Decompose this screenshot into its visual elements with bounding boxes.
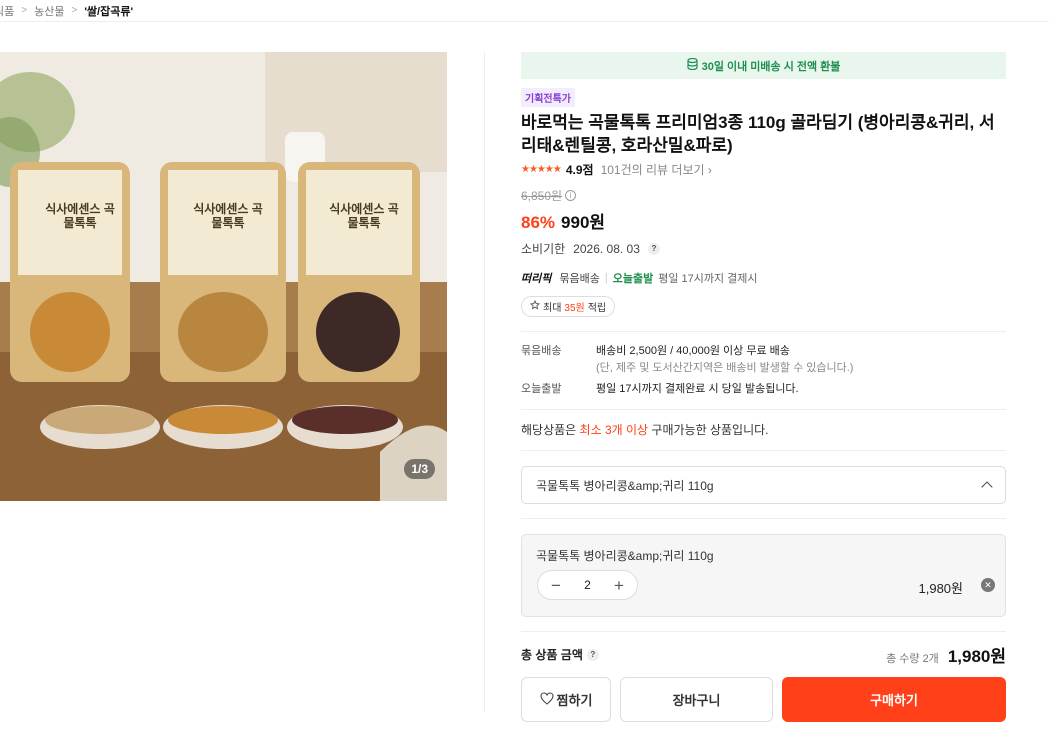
breadcrumb-current: '쌀/잡곡류' bbox=[84, 5, 134, 18]
today-dispatch-desc: 평일 17시까지 결제시 bbox=[658, 273, 758, 285]
heart-icon bbox=[539, 691, 554, 708]
shipping-bundle-label: 묶음배송 bbox=[521, 345, 562, 357]
quantity-stepper: − 2 + bbox=[537, 570, 638, 600]
product-title: 바로먹는 곡물톡톡 프리미엄3종 110g 골라딤기 (병아리콩&귀리, 서리태… bbox=[521, 113, 995, 155]
breadcrumb: 식품 > 농산물 > '쌀/잡곡류' bbox=[0, 0, 1049, 22]
wishlist-label: 찜하기 bbox=[556, 693, 593, 708]
breadcrumb-item-agri[interactable]: 농산물 bbox=[34, 3, 64, 19]
info-icon[interactable]: i bbox=[565, 190, 577, 201]
discount-rate: 86% bbox=[521, 213, 556, 232]
coin-stack-icon bbox=[686, 57, 698, 73]
shipping-row-bundle: 묶음배송 배송비 2,500원 / 40,000원 이상 무료 배송 (단, 제… bbox=[521, 343, 1006, 377]
min-purchase-notice: 해당상품은 최소 3개 이상 구매가능한 상품입니다. bbox=[521, 410, 1006, 450]
help-icon[interactable]: ? bbox=[586, 648, 599, 661]
total-price: 1,980원 bbox=[947, 647, 1006, 666]
buy-now-button[interactable]: 구매하기 bbox=[782, 677, 1006, 722]
chevron-right-icon: > bbox=[71, 5, 78, 16]
product-image bbox=[0, 52, 447, 501]
action-buttons: 찜하기 장바구니 구매하기 bbox=[521, 677, 1006, 722]
shipping-badges: 떠리픽 묶음배송 | 오늘출발 평일 17시까지 결제시 bbox=[521, 270, 1006, 286]
product-info-panel: 30일 이내 미배송 시 전액 환불 기획전특가 바로먹는 곡물톡톡 프리미엄3… bbox=[521, 52, 1006, 722]
min-notice-highlight: 최소 3개 이상 bbox=[579, 423, 649, 437]
shipping-info: 묶음배송 배송비 2,500원 / 40,000원 이상 무료 배송 (단, 제… bbox=[521, 332, 1006, 409]
product-label-1: 식사에센스 곡물톡톡 bbox=[45, 202, 115, 230]
promo-badge: 기획전특가 bbox=[521, 88, 575, 107]
expiry-date: 2026. 08. 03 bbox=[573, 241, 640, 256]
image-counter: 1/3 bbox=[404, 459, 435, 479]
sale-price: 990원 bbox=[561, 213, 606, 232]
points-star-icon bbox=[529, 299, 541, 313]
selected-option-name: 곡물톡톡 병아리콩&amp;귀리 110g bbox=[536, 549, 714, 563]
expiry-row: 소비기한 2026. 08. 03 ? bbox=[521, 240, 1006, 257]
total-label: 총 상품 금액 bbox=[521, 648, 583, 662]
total-quantity: 총 수량 2개 bbox=[886, 653, 939, 665]
bundle-shipping-tag: 묶음배송 bbox=[559, 273, 600, 285]
rating-row: ★★★★★ 4.9점 101건의 리뷰 더보기 › bbox=[521, 161, 1006, 178]
today-dispatch-tag: 오늘출발 bbox=[612, 273, 654, 285]
min-notice-prefix: 해당상품은 bbox=[521, 423, 580, 437]
remove-option-close-icon[interactable]: ✕ bbox=[981, 578, 995, 592]
decrease-quantity-button[interactable]: − bbox=[548, 577, 564, 594]
refund-banner-text: 30일 이내 미배송 시 전액 환불 bbox=[701, 60, 841, 73]
divider bbox=[521, 450, 1006, 451]
expiry-label: 소비기한 bbox=[521, 242, 566, 256]
refund-banner: 30일 이내 미배송 시 전액 환불 bbox=[521, 52, 1006, 79]
shipping-bundle-sub: (단, 제주 및 도서산간지역은 배송비 발생할 수 있습니다.) bbox=[596, 362, 854, 374]
product-label-2: 식사에센스 곡물톡톡 bbox=[193, 202, 263, 230]
original-price-row: 6,850원 i bbox=[521, 187, 1006, 204]
shipping-today-label: 오늘출발 bbox=[521, 383, 562, 395]
original-price: 6,850원 bbox=[521, 189, 563, 203]
reviews-link[interactable]: 101건의 리뷰 더보기 › bbox=[601, 161, 712, 178]
breadcrumb-item-food[interactable]: 식품 bbox=[0, 3, 14, 19]
brand-logo: 떠리픽 bbox=[521, 273, 552, 285]
total-row: 총 상품 금액 ? 총 수량 2개 1,980원 bbox=[521, 632, 1006, 677]
selected-option-price: 1,980원 bbox=[918, 581, 964, 596]
min-notice-suffix: 구매가능한 상품입니다. bbox=[648, 423, 769, 437]
divider bbox=[521, 518, 1006, 519]
chevron-right-icon: > bbox=[21, 5, 28, 16]
selected-option-card: 곡물톡톡 병아리콩&amp;귀리 110g − 2 + 1,980원 ✕ bbox=[521, 534, 1006, 617]
points-suffix: 적립 bbox=[587, 303, 607, 314]
shipping-bundle-value: 배송비 2,500원 / 40,000원 이상 무료 배송 bbox=[596, 345, 790, 357]
divider: | bbox=[604, 272, 608, 284]
star-rating-icon: ★★★★★ bbox=[521, 164, 562, 175]
add-to-cart-button[interactable]: 장바구니 bbox=[620, 677, 773, 722]
wishlist-button[interactable]: 찜하기 bbox=[521, 677, 611, 722]
quantity-value[interactable]: 2 bbox=[584, 578, 591, 592]
divider bbox=[484, 52, 485, 712]
chevron-up-icon bbox=[981, 481, 993, 493]
help-icon[interactable]: ? bbox=[647, 242, 660, 255]
points-prefix: 최대 bbox=[543, 303, 562, 314]
points-badge: 최대 35원 적립 bbox=[521, 296, 616, 317]
product-label-3: 식사에센스 곡물톡톡 bbox=[329, 202, 399, 230]
rating-score: 4.9점 bbox=[565, 163, 594, 177]
product-image-gallery[interactable]: 식사에센스 곡물톡톡 식사에센스 곡물톡톡 식사에센스 곡물톡톡 1/3 bbox=[0, 52, 447, 501]
shipping-today-value: 평일 17시까지 결제완료 시 당일 발송됩니다. bbox=[596, 383, 799, 395]
sale-price-row: 86% 990원 bbox=[521, 208, 1006, 233]
shipping-row-today: 오늘출발 평일 17시까지 결제완료 시 당일 발송됩니다. bbox=[521, 381, 1006, 398]
points-amount: 35원 bbox=[564, 303, 585, 314]
option-select-value: 곡물톡톡 병아리콩&amp;귀리 110g bbox=[536, 478, 714, 493]
increase-quantity-button[interactable]: + bbox=[611, 577, 627, 594]
option-select[interactable]: 곡물톡톡 병아리콩&amp;귀리 110g bbox=[521, 466, 1006, 504]
